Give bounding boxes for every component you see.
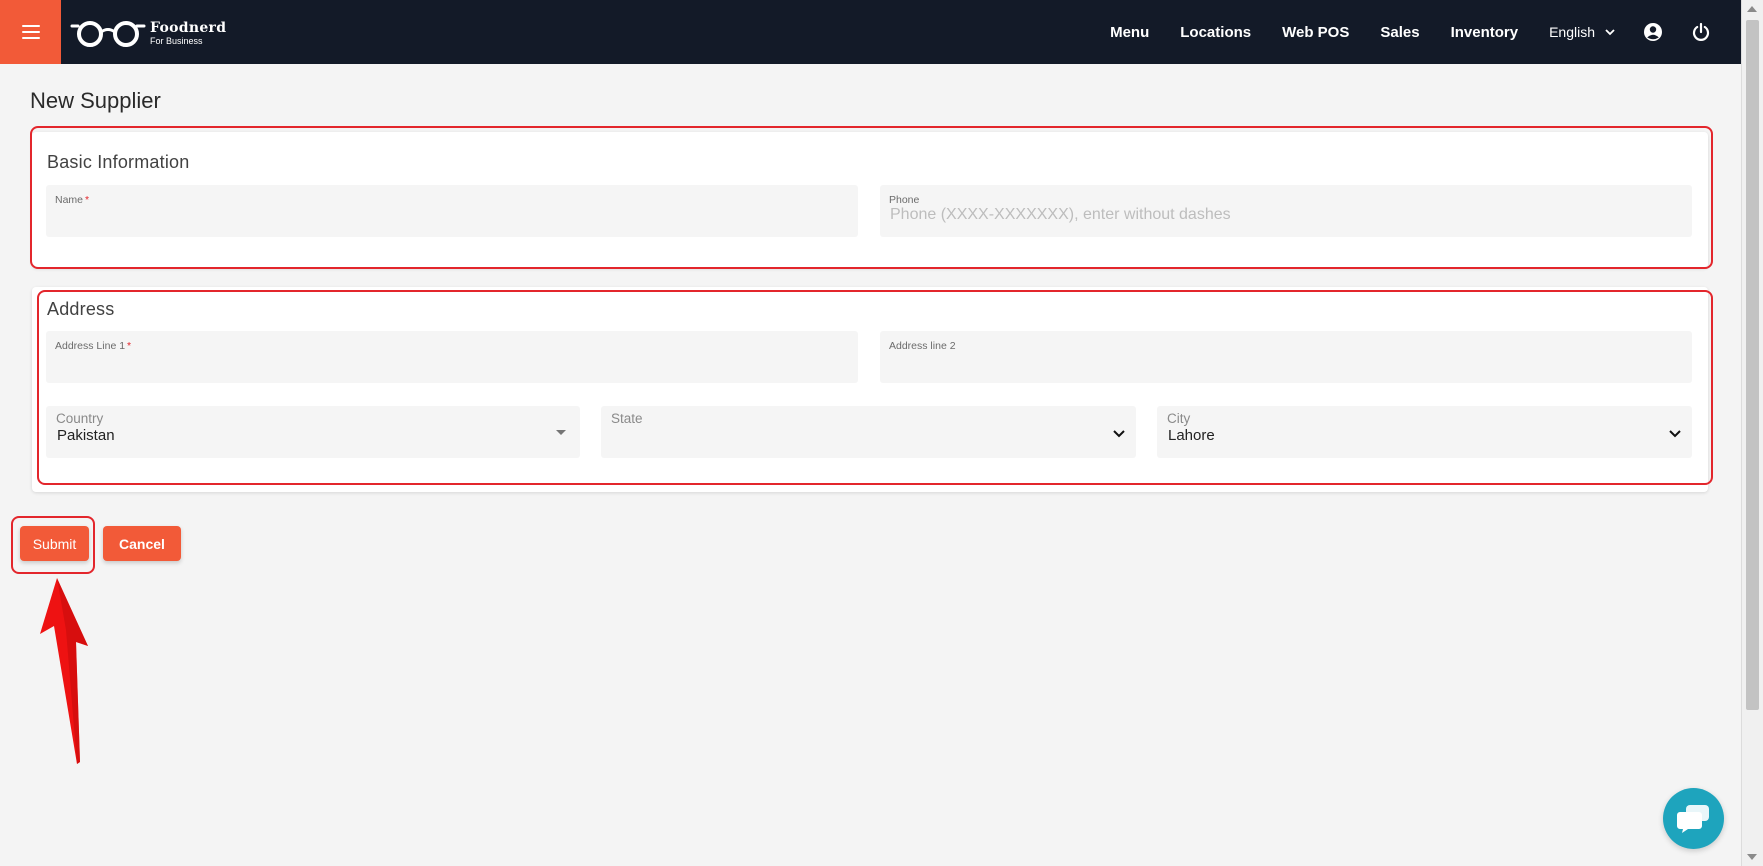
scroll-up-arrow-icon[interactable] — [1747, 6, 1757, 12]
nav-item-inventory[interactable]: Inventory — [1451, 24, 1519, 41]
nav-item-web-pos[interactable]: Web POS — [1282, 24, 1349, 41]
name-input[interactable] — [56, 202, 848, 228]
chat-widget-button[interactable] — [1663, 788, 1724, 849]
main-nav: Menu Locations Web POS Sales Inventory E… — [1079, 0, 1711, 64]
city-value: Lahore — [1168, 427, 1215, 444]
glasses-logo-icon — [70, 21, 146, 47]
scrollbar-thumb[interactable] — [1746, 20, 1759, 710]
top-navigation-bar: Foodnerd For Business Menu Locations Web… — [0, 0, 1741, 64]
power-icon[interactable] — [1691, 22, 1711, 42]
chevron-down-icon[interactable] — [1668, 426, 1682, 440]
language-selector[interactable]: English — [1549, 24, 1615, 40]
state-select[interactable]: State — [601, 406, 1136, 458]
state-label: State — [611, 411, 643, 426]
brand-tagline: For Business — [150, 35, 203, 46]
city-select[interactable]: City Lahore — [1157, 406, 1692, 458]
chevron-down-icon[interactable] — [1112, 426, 1126, 440]
chat-bubbles-icon — [1676, 804, 1709, 833]
hamburger-icon — [21, 25, 40, 39]
phone-field[interactable]: Phone — [880, 185, 1692, 237]
basic-information-card: Basic Information Name * Phone — [32, 132, 1708, 268]
language-value: English — [1549, 24, 1595, 40]
nav-item-sales[interactable]: Sales — [1380, 24, 1419, 41]
nav-item-menu[interactable]: Menu — [1110, 24, 1149, 41]
vertical-scrollbar[interactable] — [1741, 0, 1763, 866]
address-line2-input[interactable] — [890, 348, 1682, 374]
brand-name: Foodnerd — [150, 19, 227, 36]
address-line1-field[interactable]: Address Line 1 * — [46, 331, 858, 383]
address-line1-input[interactable] — [56, 348, 848, 374]
page-title: New Supplier — [30, 88, 161, 113]
account-circle-icon[interactable] — [1643, 22, 1663, 42]
country-select[interactable]: Country Pakistan — [46, 406, 580, 458]
scroll-down-arrow-icon[interactable] — [1747, 854, 1757, 860]
nav-item-locations[interactable]: Locations — [1180, 24, 1251, 41]
name-field[interactable]: Name * — [46, 185, 858, 237]
cancel-button[interactable]: Cancel — [103, 526, 181, 561]
city-label: City — [1167, 411, 1191, 426]
submit-button[interactable]: Submit — [20, 526, 89, 561]
basic-information-title: Basic Information — [47, 152, 190, 172]
country-value: Pakistan — [57, 427, 115, 444]
red-arrow-icon — [40, 578, 88, 764]
dropdown-caret-icon[interactable] — [556, 430, 566, 435]
address-title: Address — [47, 299, 115, 319]
address-card: Address Address Line 1 * Address line 2 C… — [32, 287, 1708, 492]
address-line2-field[interactable]: Address line 2 — [880, 331, 1692, 383]
brand-logo[interactable]: Foodnerd For Business — [70, 17, 226, 49]
app-window: Foodnerd For Business Menu Locations Web… — [0, 0, 1763, 866]
menu-toggle-button[interactable] — [0, 0, 61, 64]
chevron-down-icon — [1605, 29, 1615, 36]
phone-input[interactable] — [890, 202, 1682, 228]
country-label: Country — [56, 411, 104, 426]
